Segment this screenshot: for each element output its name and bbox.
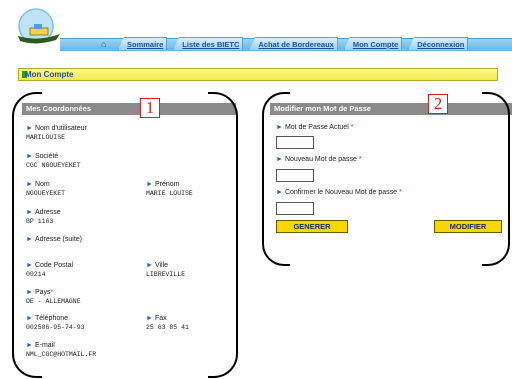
lastname-value: NGOUEYEKET [26,190,66,197]
field-postal: ► Code Postal 00214 [26,262,73,278]
confirm-password-input[interactable] [276,202,314,215]
field-username: ► Nom d'utilisateur MARILOUISE [26,125,87,141]
required-asterisk: * [350,124,354,131]
country-value: DE - ALLEMAGNE [26,298,81,305]
bullet-arrow-icon: ► [26,125,33,132]
fax-label: Fax [154,315,167,322]
lastname-label: Nom [34,181,50,188]
fax-value: 25 63 85 41 [146,324,189,331]
bullet-arrow-icon: ► [146,315,153,322]
field-firstname: ► Prénom MARIE LOUISE [146,181,193,197]
postal-value: 00214 [26,271,46,278]
current-password-label: Mot de Passe Actuel [284,124,349,131]
country-label: Pays [34,289,51,296]
current-password-input[interactable] [276,136,314,149]
password-header: Modifier mon Mot de Passe [270,103,512,115]
company-label: Société [34,153,59,160]
bullet-arrow-icon: ► [26,181,33,188]
confirm-password-label: Confirmer le Nouveau Mot de passe [284,189,397,196]
bullet-arrow-icon: ► [26,209,33,216]
bullet-arrow-icon: ► [26,153,33,160]
phone-label: Téléphone [34,315,69,322]
field-company: ► Société CGC NGOUEYEKET [26,153,81,169]
bullet-arrow-icon: ► [26,262,33,269]
required-asterisk: * [398,189,402,196]
annotation-badge-1: 1 [140,98,160,118]
bullet-arrow-icon: ► [26,342,33,349]
field-current-password: ► Mot de Passe Actuel * [276,124,353,131]
bullet-arrow-icon: ► [146,181,153,188]
right-bracket-close [482,92,510,266]
field-fax: ► Fax 25 63 85 41 [146,315,189,331]
coordinates-header: Mes Coordonnées [22,103,236,115]
field-address: ► Adresse BP 1163 [26,209,61,225]
annotation-badge-2: 2 [428,94,448,114]
address-label: Adresse [34,209,61,216]
bullet-arrow-icon: ► [146,262,153,269]
home-icon: ⌂ [101,39,107,49]
bullet-arrow-icon: ► [26,315,33,322]
required-asterisk: * [358,156,362,163]
email-value: NML_CGC@HOTMAIL.FR [26,351,97,358]
section-title-bar: Mon Compte [18,68,498,81]
postal-label: Code Postal [34,262,74,269]
tab-achat-bordereaux[interactable]: Achat de Bordereaux [249,37,338,50]
bullet-arrow-icon: ► [276,124,283,131]
field-lastname: ► Nom NGOUEYEKET [26,181,65,197]
bullet-arrow-icon: ► [26,289,33,296]
new-password-input[interactable] [276,169,314,182]
field-address2: ► Adresse (suite) [26,236,82,243]
site-header: ⌂ Sommaire Liste des BIETC Achat de Bord… [0,0,512,62]
field-email: ► E-mail NML_CGC@HOTMAIL.FR [26,342,96,358]
required-asterisk: * [50,289,54,296]
field-new-password: ► Nouveau Mot de passe * [276,156,362,163]
field-city: ► Ville LIBREVILLE [146,262,185,278]
bullet-arrow-icon: ► [276,189,283,196]
field-country: ► Pays* DE - ALLEMAGNE [26,289,81,305]
firstname-value: MARIE LOUISE [146,190,193,197]
boat-logo-icon [18,8,60,44]
address2-label: Adresse (suite) [34,236,83,243]
tab-deconnexion[interactable]: Déconnexion [408,37,469,50]
page-title: Mon Compte [25,70,74,79]
username-value: MARILOUISE [26,134,66,141]
tab-mon-compte[interactable]: Mon Compte [343,37,403,50]
bullet-arrow-icon: ► [26,236,33,243]
field-confirm-password: ► Confirmer le Nouveau Mot de passe * [276,189,402,196]
new-password-label: Nouveau Mot de passe [284,156,357,163]
address-value: BP 1163 [26,218,54,225]
generate-button[interactable]: GENERER [276,220,348,233]
left-bracket-close [208,92,238,378]
city-value: LIBREVILLE [146,271,186,278]
company-value: CGC NGOUEYEKET [26,162,81,169]
nav-tabs: Sommaire Liste des BIETC Achat de Border… [118,37,469,50]
phone-value: 002506-95-74-93 [26,324,85,331]
tab-sommaire[interactable]: Sommaire [118,37,168,50]
firstname-label: Prénom [154,181,180,188]
bullet-arrow-icon: ► [276,156,283,163]
city-label: Ville [154,262,169,269]
email-label: E-mail [34,342,55,349]
modify-button[interactable]: MODIFIER [434,220,502,233]
tab-liste-bietc[interactable]: Liste des BIETC [173,37,244,50]
username-label: Nom d'utilisateur [34,125,87,132]
field-phone: ► Téléphone 002506-95-74-93 [26,315,85,331]
